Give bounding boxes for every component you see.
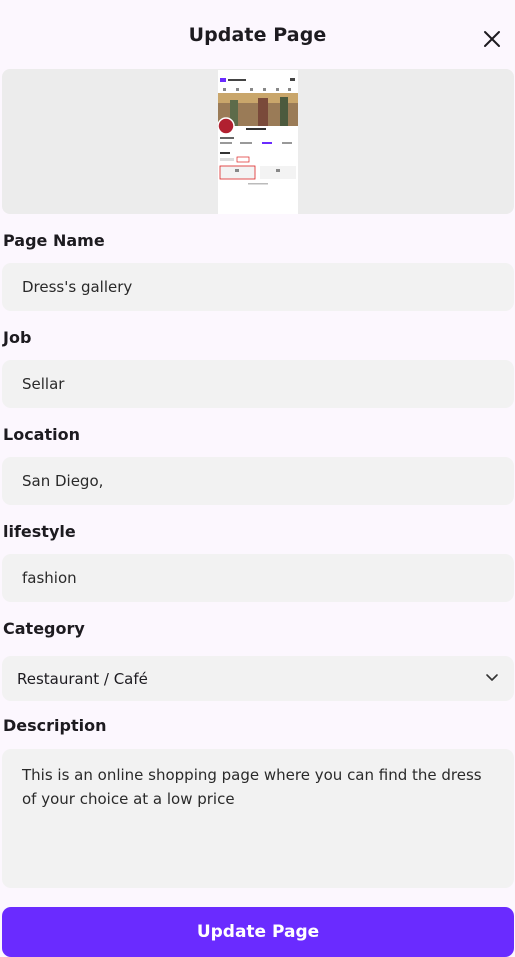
- job-label: Job: [3, 328, 32, 347]
- close-icon[interactable]: [480, 27, 504, 51]
- location-label: Location: [3, 425, 80, 444]
- page-name-field[interactable]: Dress's gallery: [2, 263, 514, 311]
- location-field[interactable]: San Diego,: [2, 457, 514, 505]
- header: Update Page: [0, 0, 515, 75]
- page-preview-image: [2, 69, 514, 214]
- lifestyle-label: lifestyle: [3, 522, 76, 541]
- description-label: Description: [3, 716, 107, 735]
- category-value: Restaurant / Café: [17, 669, 148, 688]
- category-select[interactable]: Restaurant / Café: [2, 656, 514, 701]
- category-label: Category: [3, 619, 85, 638]
- job-field[interactable]: Sellar: [2, 360, 514, 408]
- lifestyle-field[interactable]: fashion: [2, 554, 514, 602]
- description-field[interactable]: This is an online shopping page where yo…: [2, 749, 514, 888]
- page-screenshot-thumbnail: [218, 70, 298, 214]
- update-page-button[interactable]: Update Page: [2, 907, 514, 957]
- page-name-label: Page Name: [3, 231, 105, 250]
- page-title: Update Page: [188, 24, 327, 46]
- chevron-down-icon: [485, 670, 499, 688]
